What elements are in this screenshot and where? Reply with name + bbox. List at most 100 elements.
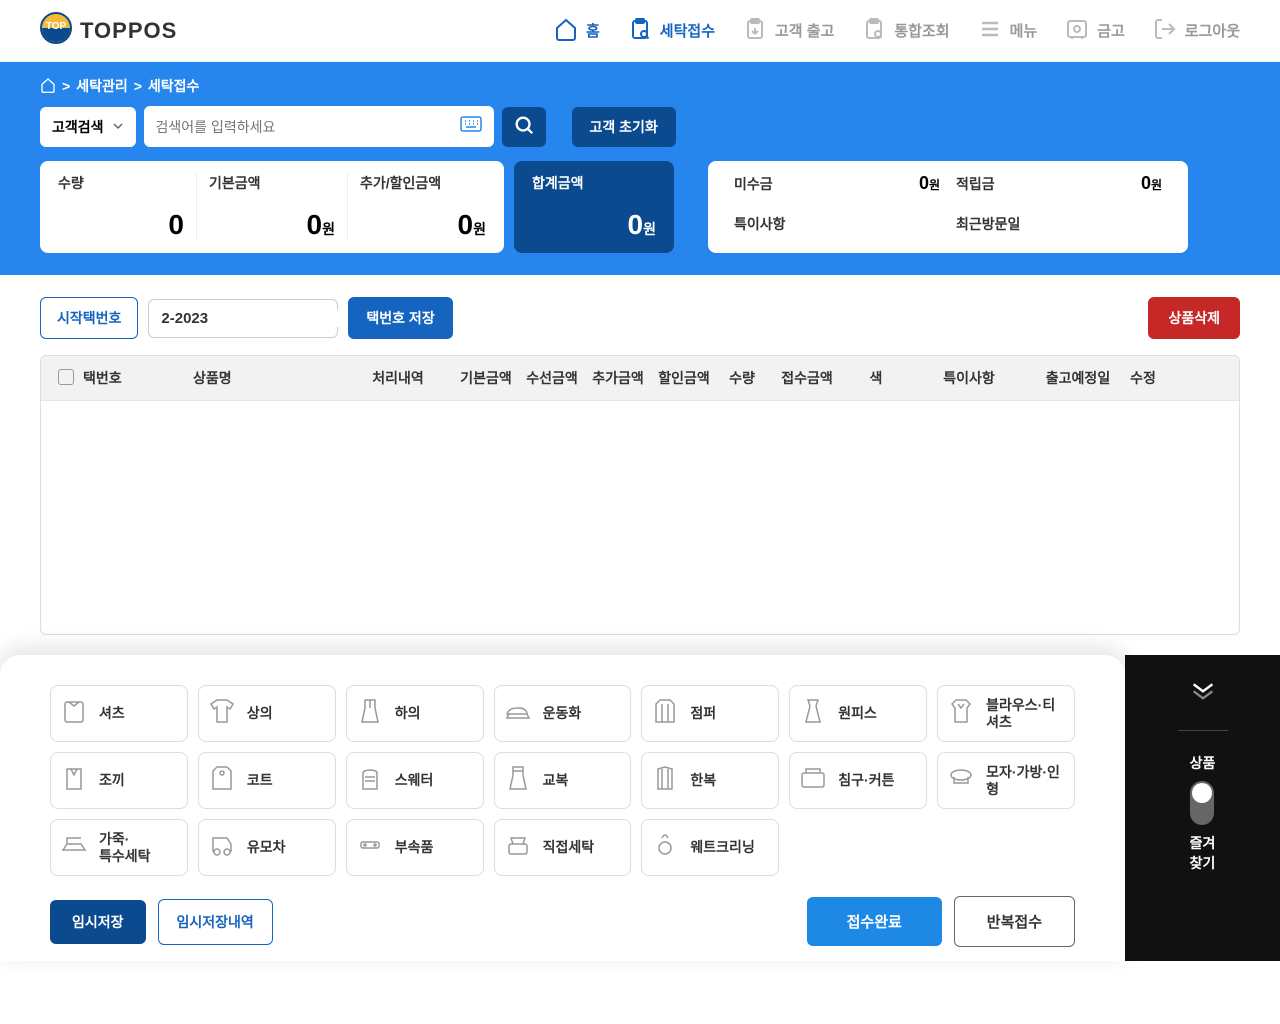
- category-button[interactable]: 부속품: [346, 819, 484, 876]
- category-icon: [59, 696, 89, 731]
- context-band: > 세탁관리 > 세탁접수 고객검색 고객 초기화 수량 0 기본금액 0원: [0, 62, 1280, 275]
- side-dock: 상품 즐겨찾기: [1125, 655, 1280, 961]
- home-icon[interactable]: [40, 77, 56, 96]
- category-icon: [207, 830, 237, 865]
- logo-icon: TOP: [40, 12, 72, 49]
- category-button[interactable]: 모자·가방·인형: [937, 752, 1075, 809]
- tag-input-wrap: [148, 299, 338, 338]
- action-row: 임시저장 임시저장내역 접수완료 반복접수: [50, 896, 1075, 947]
- category-button[interactable]: 가죽·특수세탁: [50, 819, 188, 876]
- temp-save-button[interactable]: 임시저장: [50, 900, 146, 944]
- category-label: 유모차: [247, 839, 286, 856]
- crumb-a[interactable]: 세탁관리: [76, 76, 128, 96]
- delete-item-button[interactable]: 상품삭제: [1148, 297, 1240, 339]
- category-icon: [503, 763, 533, 798]
- category-button[interactable]: 운동화: [494, 685, 632, 742]
- category-button[interactable]: 코트: [198, 752, 336, 809]
- search-mode-select[interactable]: 고객검색: [40, 107, 136, 147]
- nav-menu[interactable]: 메뉴: [978, 17, 1038, 45]
- dock-top-label: 상품: [1190, 753, 1216, 773]
- category-icon: [798, 696, 828, 731]
- category-button[interactable]: 한복: [641, 752, 779, 809]
- breadcrumb: > 세탁관리 > 세탁접수: [40, 76, 1240, 96]
- category-button[interactable]: 점퍼: [641, 685, 779, 742]
- top-nav: 홈 세탁접수 고객 출고 통합조회 메뉴 금고 로그아웃: [554, 17, 1240, 45]
- category-label: 점퍼: [690, 705, 716, 722]
- start-tag-button[interactable]: 시작택번호: [40, 297, 138, 339]
- category-button[interactable]: 웨트크리닝: [641, 819, 779, 876]
- category-icon: [59, 830, 89, 865]
- category-button[interactable]: 상의: [198, 685, 336, 742]
- note-label: 특이사항: [734, 214, 786, 234]
- col-note: 특이사항: [905, 368, 1033, 388]
- menu-icon: [978, 17, 1002, 45]
- category-button[interactable]: 스웨터: [346, 752, 484, 809]
- search-button[interactable]: [502, 107, 546, 147]
- col-color: 색: [847, 368, 905, 388]
- category-icon: [355, 763, 385, 798]
- category-label: 교복: [543, 772, 569, 789]
- dock-toggle[interactable]: 상품 즐겨찾기: [1190, 753, 1216, 873]
- svg-text:TOP: TOP: [46, 21, 67, 32]
- col-disc: 할인금액: [651, 368, 717, 388]
- col-proc: 처리내역: [343, 368, 453, 388]
- category-icon: [946, 763, 976, 798]
- category-icon: [59, 763, 89, 798]
- search-input[interactable]: [156, 119, 460, 135]
- nav-home[interactable]: 홈: [554, 17, 600, 45]
- search-input-wrap: [144, 106, 494, 147]
- crumb-b[interactable]: 세탁접수: [148, 76, 200, 96]
- category-label: 블라우스·티셔츠: [986, 697, 1066, 731]
- tag-row: 시작택번호 택번호 저장 상품삭제: [40, 297, 1240, 339]
- category-grid: 셔츠 상의 하의 운동화 점퍼 원피스 블라우스·티셔츠조끼코트스웨터 교복 한복 침구·커튼 모자…: [50, 685, 1075, 876]
- category-button[interactable]: 셔츠: [50, 685, 188, 742]
- keyboard-icon[interactable]: [460, 116, 482, 137]
- col-date: 출고예정일: [1033, 368, 1123, 388]
- items-table: 택번호 상품명 처리내역 기본금액 수선금액 추가금액 할인금액 수량 접수금액…: [40, 355, 1240, 635]
- col-qty: 수량: [717, 368, 767, 388]
- category-button[interactable]: 유모차: [198, 819, 336, 876]
- category-button[interactable]: 원피스: [789, 685, 927, 742]
- nav-receive[interactable]: 세탁접수: [628, 17, 715, 45]
- qty-value: 0: [58, 209, 184, 241]
- category-label: 하의: [395, 705, 421, 722]
- clipboard-out-icon: [743, 17, 767, 45]
- col-repair: 수선금액: [519, 368, 585, 388]
- summary-right-card: 미수금0원 특이사항 적립금0원 최근방문일: [708, 161, 1188, 253]
- category-label: 침구·커튼: [838, 772, 894, 789]
- nav-logout[interactable]: 로그아웃: [1153, 17, 1240, 45]
- logo-text: TOPPOS: [80, 18, 177, 44]
- category-button[interactable]: 침구·커튼: [789, 752, 927, 809]
- customer-reset-button[interactable]: 고객 초기화: [572, 107, 676, 147]
- middle-section: 시작택번호 택번호 저장 상품삭제 택번호 상품명 처리내역 기본금액 수선금액…: [0, 275, 1280, 645]
- repeat-receive-button[interactable]: 반복접수: [954, 896, 1075, 947]
- category-button[interactable]: 직접세탁: [494, 819, 632, 876]
- select-all-checkbox[interactable]: [58, 369, 74, 385]
- category-label: 직접세탁: [543, 839, 595, 856]
- category-label: 셔츠: [99, 705, 125, 722]
- qty-label: 수량: [58, 173, 184, 193]
- col-name: 상품명: [193, 368, 343, 388]
- category-icon: [503, 830, 533, 865]
- tag-input[interactable]: [161, 310, 362, 327]
- category-icon: [503, 696, 533, 731]
- chevron-down-icon[interactable]: [1189, 675, 1217, 708]
- toggle-switch[interactable]: [1190, 781, 1214, 825]
- nav-cash[interactable]: 금고: [1065, 17, 1125, 45]
- category-button[interactable]: 교복: [494, 752, 632, 809]
- category-button[interactable]: 블라우스·티셔츠: [937, 685, 1075, 742]
- clipboard-search-icon: [628, 17, 652, 45]
- nav-unified[interactable]: 통합조회: [862, 17, 949, 45]
- category-button[interactable]: 조끼: [50, 752, 188, 809]
- category-button[interactable]: 하의: [346, 685, 484, 742]
- save-tag-button[interactable]: 택번호 저장: [348, 297, 452, 339]
- nav-checkout[interactable]: 고객 출고: [743, 17, 834, 45]
- confirm-receive-button[interactable]: 접수완료: [807, 897, 942, 946]
- category-label: 가죽·특수세탁: [99, 831, 151, 865]
- logout-icon: [1153, 17, 1177, 45]
- temp-history-button[interactable]: 임시저장내역: [158, 899, 273, 945]
- app-header: TOP TOPPOS 홈 세탁접수 고객 출고 통합조회 메뉴 금고: [0, 0, 1280, 62]
- category-label: 웨트크리닝: [690, 839, 754, 856]
- category-label: 한복: [690, 772, 716, 789]
- base-label: 기본금액: [209, 173, 335, 193]
